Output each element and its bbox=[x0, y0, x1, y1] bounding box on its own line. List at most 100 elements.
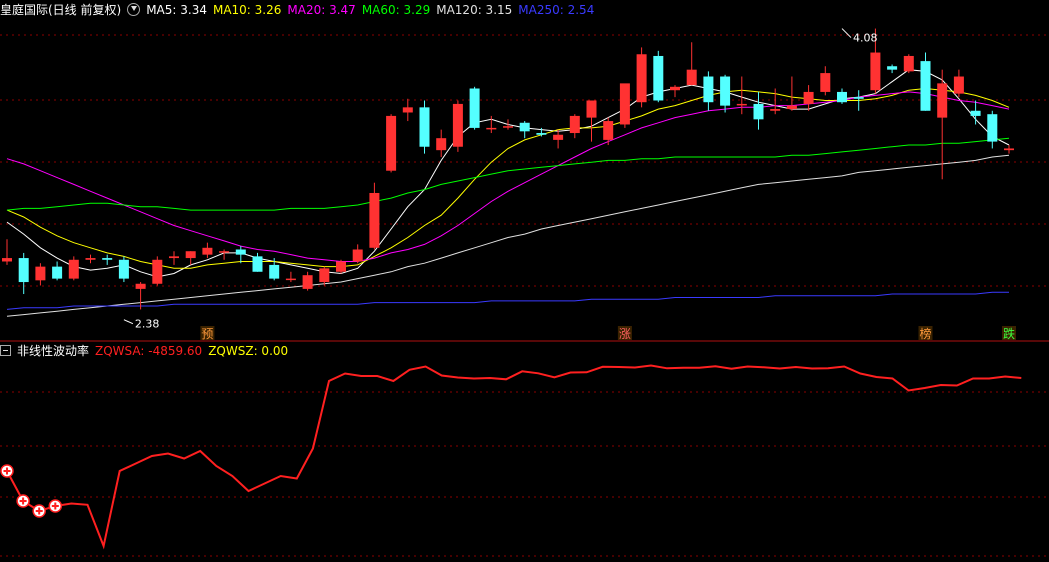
candle-body bbox=[686, 69, 697, 86]
ma-legend-item: MA5: 3.34 bbox=[146, 3, 207, 17]
candle bbox=[118, 256, 129, 283]
candle-body bbox=[2, 258, 12, 262]
candle bbox=[619, 83, 630, 128]
candle bbox=[970, 100, 981, 125]
annotation-leader bbox=[841, 28, 852, 38]
candle-body bbox=[285, 278, 296, 281]
candle-body bbox=[619, 83, 630, 125]
candle bbox=[569, 114, 580, 139]
candle bbox=[553, 129, 564, 149]
ma-legend-item: MA10: 3.26 bbox=[212, 3, 282, 17]
indicator-name: 非线性波动率 bbox=[17, 344, 90, 358]
candle bbox=[235, 246, 246, 264]
candle-body bbox=[185, 251, 196, 259]
price-annotations: 4.08 2.38 bbox=[123, 28, 878, 331]
annotation-leader bbox=[123, 319, 134, 325]
candle bbox=[953, 69, 964, 98]
ma-legend-item: MA250: 2.54 bbox=[518, 3, 595, 17]
candle bbox=[1004, 145, 1014, 154]
candle bbox=[152, 256, 163, 286]
candle bbox=[452, 100, 463, 152]
candle-body bbox=[786, 105, 797, 110]
candle bbox=[285, 271, 296, 283]
candle bbox=[402, 98, 413, 122]
candle bbox=[603, 117, 614, 146]
candle bbox=[336, 259, 346, 274]
candle-body bbox=[970, 110, 981, 116]
price-header: 皇庭国际(日线 前复权) MA5: 3.34 MA10: 3.26 MA20: 3.4… bbox=[0, 2, 606, 18]
candle bbox=[987, 110, 998, 149]
indicator-line-zqwsa bbox=[6, 364, 1022, 550]
candle-body bbox=[152, 259, 163, 284]
ma-line-ma10 bbox=[6, 87, 1010, 269]
candle-body bbox=[319, 268, 330, 283]
candle bbox=[369, 182, 380, 250]
candle bbox=[703, 71, 714, 111]
indicator-header: 非线性波动率 ZQWSA: -4859.60 ZQWSZ: 0.00 bbox=[0, 343, 300, 359]
candle bbox=[202, 242, 213, 259]
candle bbox=[736, 76, 747, 115]
event-marker: 涨 bbox=[619, 326, 631, 341]
candle bbox=[469, 86, 480, 130]
event-markers: 预涨榜跌 bbox=[200, 326, 1016, 341]
candle-body bbox=[903, 55, 914, 72]
candle bbox=[18, 252, 29, 295]
candle-body bbox=[870, 52, 881, 91]
candle bbox=[937, 69, 948, 180]
candle-body bbox=[402, 107, 413, 113]
candle bbox=[85, 254, 96, 264]
candle bbox=[887, 64, 898, 74]
candle-body bbox=[386, 115, 397, 171]
candle bbox=[653, 50, 664, 103]
candle-body bbox=[219, 251, 230, 253]
candle-body bbox=[369, 192, 380, 248]
candle-body bbox=[52, 266, 63, 279]
candle bbox=[436, 129, 447, 158]
candle-body bbox=[636, 54, 647, 103]
candle-body bbox=[887, 66, 898, 70]
candle bbox=[786, 76, 797, 111]
candle bbox=[35, 263, 46, 286]
candle-body bbox=[519, 122, 530, 132]
candle-body bbox=[987, 114, 998, 142]
candle-body bbox=[803, 91, 814, 104]
event-marker: 跌 bbox=[1003, 326, 1015, 341]
collapse-icon[interactable] bbox=[0, 345, 11, 356]
ma-legend-item: MA20: 3.47 bbox=[287, 3, 356, 17]
candle-body bbox=[953, 76, 964, 94]
candle-body bbox=[352, 249, 363, 262]
candle-body bbox=[486, 127, 497, 130]
indicator-legend-item: ZQWSZ: 0.00 bbox=[208, 344, 289, 358]
candle-body bbox=[269, 264, 280, 279]
candle-body bbox=[35, 266, 46, 281]
candle-body bbox=[336, 261, 346, 272]
candle-body bbox=[202, 247, 213, 255]
candle-body bbox=[252, 256, 263, 272]
candle bbox=[820, 66, 831, 96]
candle-body bbox=[553, 134, 564, 140]
candle-body bbox=[820, 73, 831, 92]
candle-body bbox=[653, 55, 664, 101]
candle-body bbox=[703, 76, 714, 103]
event-marker: 榜 bbox=[919, 326, 931, 341]
buy-marker bbox=[0, 464, 14, 478]
candle bbox=[68, 256, 79, 281]
candle bbox=[670, 85, 680, 98]
dropdown-icon[interactable] bbox=[127, 3, 141, 16]
candle bbox=[636, 47, 647, 108]
candle bbox=[753, 91, 764, 130]
candle-body bbox=[302, 275, 313, 289]
candle-body bbox=[419, 107, 430, 147]
candle-body bbox=[603, 121, 614, 140]
buy-marker bbox=[16, 494, 30, 508]
indicator-legend-item: ZQWSA: -4859.60 bbox=[95, 344, 203, 358]
ma-legend-item: MA120: 3.15 bbox=[436, 3, 513, 17]
candle-body bbox=[736, 103, 747, 106]
candle bbox=[586, 100, 597, 142]
indicator-grid bbox=[0, 391, 1049, 557]
candle bbox=[352, 244, 363, 264]
candle-body bbox=[469, 88, 480, 128]
candle-body bbox=[135, 283, 146, 289]
candle bbox=[770, 88, 781, 115]
candle bbox=[486, 115, 497, 134]
